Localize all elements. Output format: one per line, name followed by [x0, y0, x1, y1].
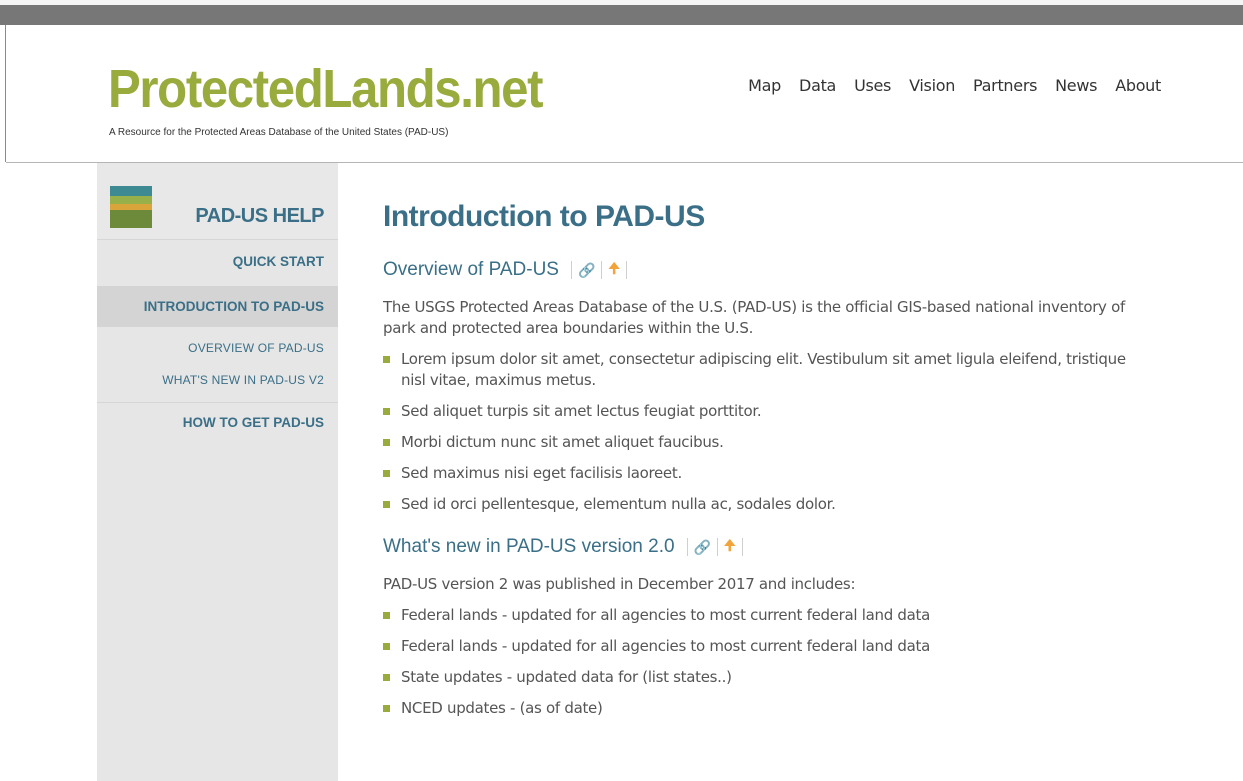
bullet-icon	[383, 356, 390, 363]
help-sidebar: PAD-US HELP QUICK START INTRODUCTION TO …	[97, 163, 338, 781]
section-heading-overview: Overview of PAD-US 🔗 🠉	[383, 258, 1143, 282]
bullet-icon	[383, 674, 390, 681]
nav-vision[interactable]: Vision	[909, 76, 955, 95]
nav-data[interactable]: Data	[799, 76, 836, 95]
list-item: NCED updates - (as of date)	[383, 698, 1143, 719]
pad-us-logo-icon	[110, 186, 152, 228]
list-item: Sed id orci pellentesque, elementum null…	[383, 494, 1143, 515]
page-title: Introduction to PAD-US	[383, 200, 705, 233]
nav-news[interactable]: News	[1055, 76, 1097, 95]
list-item: Federal lands - updated for all agencies…	[383, 605, 1143, 626]
site-logo[interactable]: ProtectedLands.net	[108, 58, 544, 120]
whats-new-list: Federal lands - updated for all agencies…	[383, 605, 1143, 719]
sidebar-item-introduction[interactable]: INTRODUCTION TO PAD-US	[97, 286, 338, 327]
section-heading-text: What's new in PAD-US version 2.0	[383, 536, 675, 557]
section-heading-text: Overview of PAD-US	[383, 259, 559, 280]
sidebar-title: PAD-US HELP	[195, 205, 324, 227]
bullet-icon	[383, 408, 390, 415]
link-icon[interactable]: 🔗	[694, 539, 711, 556]
bullet-icon	[383, 643, 390, 650]
list-item: Sed aliquet turpis sit amet lectus feugi…	[383, 401, 1143, 422]
bullet-icon	[383, 612, 390, 619]
nav-uses[interactable]: Uses	[854, 76, 891, 95]
overview-list: Lorem ipsum dolor sit amet, consectetur …	[383, 349, 1143, 515]
list-item: Federal lands - updated for all agencies…	[383, 636, 1143, 657]
arrow-up-icon[interactable]: 🠉	[608, 258, 620, 282]
list-item: Morbi dictum nunc sit amet aliquet fauci…	[383, 432, 1143, 453]
site-header: ProtectedLands.net A Resource for the Pr…	[6, 25, 1243, 163]
link-icon[interactable]: 🔗	[578, 262, 595, 279]
sidebar-subitem-overview[interactable]: OVERVIEW OF PAD-US	[97, 341, 338, 355]
whats-new-paragraph: PAD-US version 2 was published in Decemb…	[383, 575, 856, 593]
bullet-icon	[383, 439, 390, 446]
list-item: Lorem ipsum dolor sit amet, consectetur …	[383, 349, 1143, 391]
nav-partners[interactable]: Partners	[973, 76, 1037, 95]
bullet-icon	[383, 470, 390, 477]
site-tagline: A Resource for the Protected Areas Datab…	[109, 127, 449, 138]
main-nav: Map Data Uses Vision Partners News About	[730, 76, 1161, 95]
arrow-up-icon[interactable]: 🠉	[724, 535, 736, 559]
sidebar-header: PAD-US HELP	[97, 163, 338, 240]
browser-top-bar	[0, 0, 1243, 25]
section-heading-whats-new: What's new in PAD-US version 2.0 🔗 🠉	[383, 535, 1143, 559]
nav-map[interactable]: Map	[748, 76, 781, 95]
bullet-icon	[383, 705, 390, 712]
list-item: Sed maximus nisi eget facilisis laoreet.	[383, 463, 1143, 484]
main-content: Introduction to PAD-US Overview of PAD-U…	[383, 200, 1143, 719]
sidebar-subitem-whats-new[interactable]: WHAT'S NEW IN PAD-US V2	[97, 373, 338, 387]
list-item: State updates - updated data for (list s…	[383, 667, 1143, 688]
sidebar-item-quick-start[interactable]: QUICK START	[97, 254, 338, 269]
overview-paragraph: The USGS Protected Areas Database of the…	[383, 298, 1125, 337]
bullet-icon	[383, 501, 390, 508]
sidebar-divider	[97, 402, 338, 403]
nav-about[interactable]: About	[1115, 76, 1161, 95]
sidebar-item-how-to-get[interactable]: HOW TO GET PAD-US	[97, 415, 338, 430]
